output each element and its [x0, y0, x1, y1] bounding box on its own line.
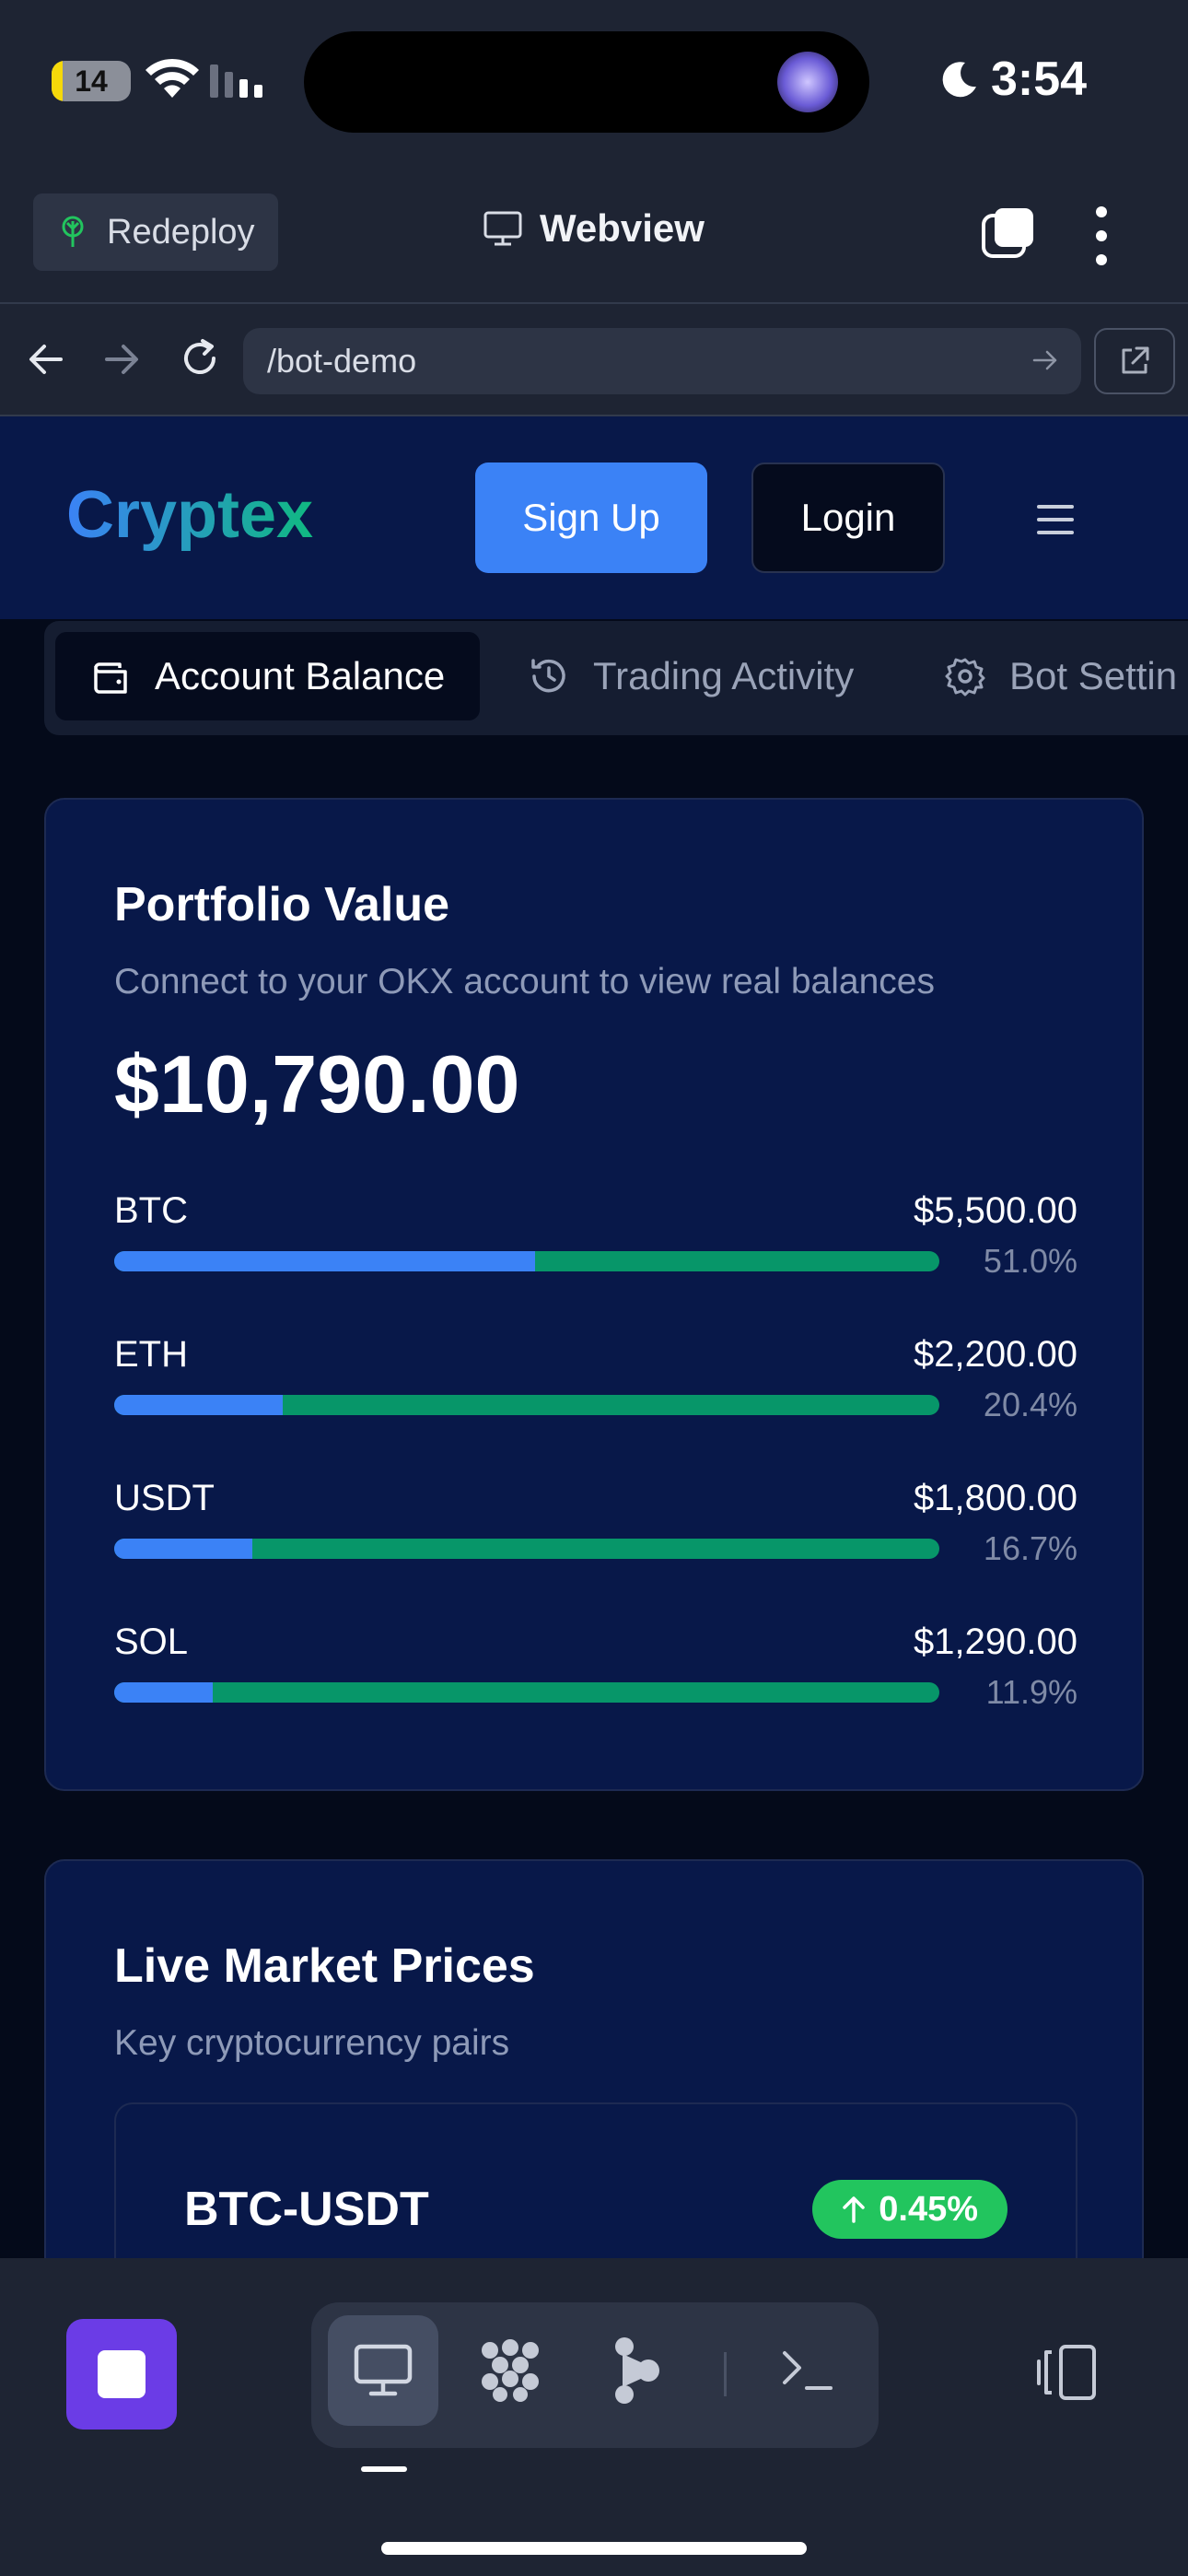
console-mode-button[interactable] — [751, 2315, 862, 2426]
status-time: 3:54 — [991, 53, 1088, 106]
more-vert-icon[interactable] — [1096, 206, 1107, 265]
workflow-icon — [615, 2337, 659, 2404]
allocation-fill — [114, 1395, 283, 1415]
asset-symbol: USDT — [114, 1478, 215, 1518]
sign-up-button[interactable]: Sign Up — [475, 463, 707, 573]
asset-symbol: BTC — [114, 1190, 188, 1231]
market-title: Live Market Prices — [114, 1939, 535, 1993]
price-pair-card[interactable]: BTC-USDT 0.45% — [114, 2102, 1077, 2258]
rotate-device-icon[interactable] — [1031, 2343, 1100, 2402]
url-bar: /bot-demo — [0, 304, 1188, 416]
view-mode-group — [311, 2302, 879, 2448]
open-external-button[interactable] — [1094, 328, 1175, 394]
site-logo[interactable]: Cryptex — [66, 477, 313, 553]
price-change-badge: 0.45% — [812, 2180, 1007, 2239]
tabs-icon[interactable] — [980, 205, 1037, 262]
mode-separator — [724, 2352, 727, 2396]
pair-name: BTC-USDT — [184, 2183, 429, 2236]
asset-amount: $2,200.00 — [914, 1334, 1077, 1375]
asset-row-sol: SOL $1,290.00 11.9% — [114, 1622, 1077, 1732]
flashlight-icon — [777, 52, 838, 112]
dots-grid-icon — [482, 2339, 539, 2402]
url-input[interactable]: /bot-demo — [243, 328, 1081, 394]
asset-row-btc: BTC $5,500.00 51.0% — [114, 1190, 1077, 1301]
history-icon — [531, 659, 565, 693]
site-header: Cryptex Sign Up Login — [0, 416, 1188, 619]
asset-amount: $5,500.00 — [914, 1190, 1077, 1231]
dashboard-tabs: Account Balance Trading Activity Bot Set… — [44, 621, 1188, 735]
asset-percent: 11.9% — [985, 1673, 1077, 1711]
allocation-fill — [114, 1682, 213, 1703]
portfolio-total: $10,790.00 — [114, 1038, 520, 1130]
tab-bot-settings[interactable]: Bot Settin — [945, 632, 1177, 720]
asset-percent: 20.4% — [983, 1386, 1077, 1423]
web-page: Cryptex Sign Up Login Account Balance Tr… — [0, 416, 1188, 2258]
allocation-bar — [114, 1251, 939, 1271]
allocation-bar — [114, 1539, 939, 1559]
go-arrow-icon[interactable] — [1031, 346, 1059, 374]
login-button[interactable]: Login — [751, 463, 945, 573]
allocation-fill — [114, 1539, 252, 1559]
tab-trading-activity[interactable]: Trading Activity — [529, 632, 854, 720]
workflow-mode-button[interactable] — [582, 2315, 693, 2426]
tab-label: Trading Activity — [593, 654, 855, 697]
stop-button[interactable] — [66, 2319, 177, 2430]
redeploy-label: Redeploy — [107, 212, 255, 252]
gear-icon — [945, 658, 985, 697]
reload-icon[interactable] — [179, 337, 221, 380]
portfolio-card: Portfolio Value Connect to your OKX acco… — [44, 798, 1144, 1791]
tab-label: Account Balance — [155, 654, 446, 697]
wallet-icon — [94, 662, 127, 694]
asset-amount: $1,800.00 — [914, 1478, 1077, 1518]
back-arrow-icon[interactable] — [28, 339, 64, 380]
asset-row-usdt: USDT $1,800.00 16.7% — [114, 1478, 1077, 1588]
market-prices-card: Live Market Prices Key cryptocurrency pa… — [44, 1859, 1144, 2258]
monitor-icon — [483, 211, 522, 246]
allocation-bar — [114, 1682, 939, 1703]
asset-percent: 51.0% — [983, 1242, 1077, 1280]
asset-percent: 16.7% — [983, 1529, 1077, 1567]
portfolio-subtitle: Connect to your OKX account to view real… — [114, 962, 935, 1001]
market-subtitle: Key cryptocurrency pairs — [114, 2023, 510, 2063]
asset-amount: $1,290.00 — [914, 1622, 1077, 1662]
active-mode-indicator — [361, 2466, 407, 2472]
tab-account-balance[interactable]: Account Balance — [55, 632, 481, 720]
tab-label: Bot Settin — [1009, 654, 1178, 697]
moon-icon — [942, 62, 976, 98]
portfolio-title: Portfolio Value — [114, 878, 450, 931]
bottom-app-bar — [0, 2258, 1188, 2576]
asset-symbol: SOL — [114, 1622, 189, 1662]
apps-mode-button[interactable] — [455, 2315, 565, 2426]
asset-symbol: ETH — [114, 1334, 188, 1375]
webview-mode-button[interactable] — [328, 2315, 438, 2426]
wifi-icon — [146, 58, 199, 98]
home-indicator — [381, 2542, 807, 2555]
asset-row-eth: ETH $2,200.00 20.4% — [114, 1334, 1077, 1445]
arrow-up-icon — [843, 2196, 865, 2223]
battery-level: 14 — [75, 64, 108, 98]
allocation-bar — [114, 1395, 939, 1415]
dynamic-island — [304, 31, 869, 133]
open-external-icon — [1122, 346, 1149, 374]
url-text: /bot-demo — [267, 342, 417, 380]
status-bar: 14 3:54 — [0, 0, 1188, 164]
stop-icon — [98, 2350, 146, 2398]
hamburger-menu-icon[interactable] — [1037, 505, 1074, 534]
allocation-fill — [114, 1251, 535, 1271]
redeploy-button[interactable]: Redeploy — [33, 193, 278, 271]
webview-title: Webview — [483, 206, 705, 251]
replit-leaf-icon — [62, 216, 84, 247]
forward-arrow-icon[interactable] — [103, 339, 140, 380]
price-change-value: 0.45% — [879, 2189, 978, 2229]
battery-icon: 14 — [52, 61, 131, 101]
cellular-signal-icon — [210, 64, 262, 98]
monitor-icon — [354, 2344, 413, 2396]
webview-toolbar: Redeploy Webview — [0, 164, 1188, 304]
terminal-icon — [783, 2351, 833, 2390]
webview-title-label: Webview — [540, 206, 705, 250]
